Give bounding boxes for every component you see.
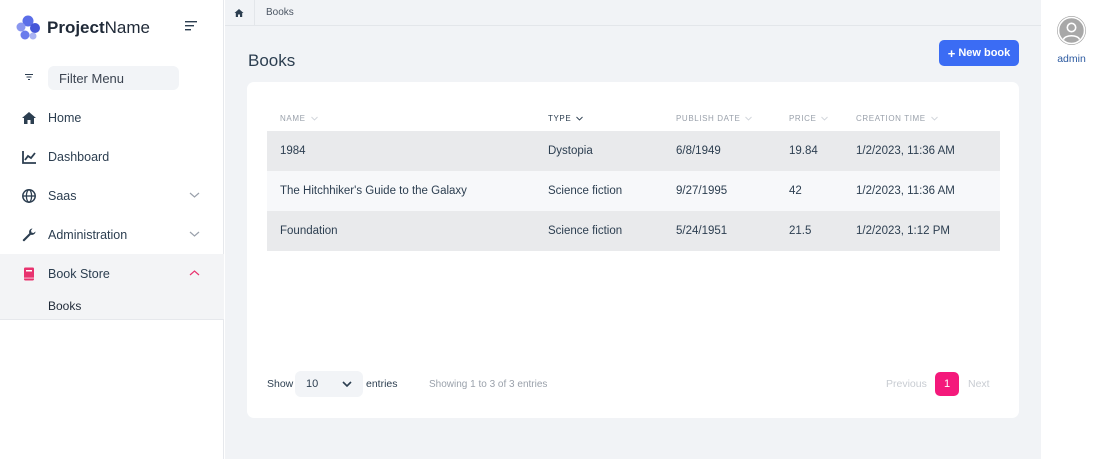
sidebar-item-label: Saas [48,188,77,203]
page-button-1[interactable]: 1 [935,372,959,396]
breadcrumb-current: Books [266,7,294,18]
sidebar: ProjectName Home Dashboard Saas [0,0,224,459]
brand[interactable]: ProjectName [15,15,150,41]
sidebar-item-home[interactable]: Home [0,98,224,137]
column-header-type[interactable]: TYPE [548,114,584,123]
cell-type: Science fiction [548,225,623,237]
column-header-label: TYPE [548,114,572,123]
sidebar-item-label: Book Store [48,266,110,281]
table-header: NAME TYPE PUBLISH DATE PRICE CREATION TI… [267,110,1000,131]
table-row[interactable]: 1984 Dystopia 6/8/1949 19.84 1/2/2023, 1… [267,131,1000,171]
cell-name: 1984 [280,145,306,157]
chevron-down-icon [189,231,200,237]
sidebar-subitem-books[interactable]: Books [0,292,224,320]
filter-menu [0,66,224,90]
sidebar-item-label: Dashboard [48,149,110,164]
cell-price: 21.5 [789,225,812,237]
column-header-label: PRICE [789,114,817,123]
sort-icon [821,116,829,121]
new-book-button-label: New book [958,47,1011,59]
avatar[interactable] [1057,16,1086,45]
page-size-select[interactable]: 10 [295,371,363,397]
cell-name: The Hitchhiker's Guide to the Galaxy [280,185,467,197]
wrench-icon [22,228,36,242]
new-book-button[interactable]: + New book [939,40,1019,66]
sidebar-item-book-store[interactable]: Book Store [0,254,224,293]
cell-price: 19.84 [789,145,818,157]
chevron-down-icon [342,381,352,387]
sort-desc-icon [576,116,584,121]
column-header-name[interactable]: NAME [280,114,318,123]
column-header-creation-time[interactable]: CREATION TIME [856,114,938,123]
filter-icon [25,74,33,80]
user-icon [1057,16,1086,45]
menu-toggle-icon[interactable] [184,20,200,32]
table-row[interactable]: The Hitchhiker's Guide to the Galaxy Sci… [267,171,1000,211]
breadcrumb-divider [254,0,255,26]
user-panel: admin [1041,0,1096,459]
page-size-value: 10 [306,378,319,390]
column-header-publish-date[interactable]: PUBLISH DATE [676,114,753,123]
sort-icon [310,116,318,121]
brand-name: ProjectName [47,18,150,37]
cell-name: Foundation [280,225,338,237]
chart-line-icon [22,151,36,164]
main-content: Books Books + New book NAME TYPE PUBLISH… [225,0,1041,459]
book-icon [24,267,34,281]
next-page-button[interactable]: Next [968,378,990,390]
column-header-label: CREATION TIME [856,114,926,123]
pagination-info: Showing 1 to 3 of 3 entries [429,379,548,390]
sidebar-item-label: Administration [48,227,128,242]
books-table: NAME TYPE PUBLISH DATE PRICE CREATION TI… [267,110,1000,251]
sort-icon [930,116,938,121]
globe-icon [22,189,36,203]
cell-creation-time: 1/2/2023, 1:12 PM [856,225,950,237]
cell-publish-date: 9/27/1995 [676,185,728,197]
breadcrumb: Books [225,0,1041,26]
table-row[interactable]: Foundation Science fiction 5/24/1951 21.… [267,211,1000,251]
sidebar-item-label: Home [48,110,82,125]
sidebar-subitem-label: Books [48,299,82,313]
filter-menu-input[interactable] [48,66,179,90]
table-footer: Show 10 entries Showing 1 to 3 of 3 entr… [267,371,1000,397]
cell-creation-time: 1/2/2023, 11:36 AM [856,185,955,197]
username[interactable]: admin [1041,53,1096,65]
books-card: NAME TYPE PUBLISH DATE PRICE CREATION TI… [247,82,1019,418]
chevron-down-icon [189,192,200,198]
cell-type: Science fiction [548,185,623,197]
cell-type: Dystopia [548,145,593,157]
sort-icon [745,116,753,121]
cell-publish-date: 5/24/1951 [676,225,728,237]
show-label: Show [267,378,294,390]
home-icon[interactable] [234,8,244,18]
home-icon [22,112,36,124]
cell-publish-date: 6/8/1949 [676,145,721,157]
plus-icon: + [947,45,956,61]
column-header-label: PUBLISH DATE [676,114,741,123]
page-title: Books [248,51,296,70]
logo-icon [16,15,40,40]
chevron-up-icon [189,270,200,276]
cell-creation-time: 1/2/2023, 11:36 AM [856,145,955,157]
entries-label: entries [366,378,398,390]
cell-price: 42 [789,185,802,197]
column-header-label: NAME [280,114,306,123]
column-header-price[interactable]: PRICE [789,114,829,123]
sidebar-item-saas[interactable]: Saas [0,176,224,215]
sidebar-item-dashboard[interactable]: Dashboard [0,137,224,176]
previous-page-button[interactable]: Previous [886,378,927,390]
sidebar-item-administration[interactable]: Administration [0,215,224,254]
